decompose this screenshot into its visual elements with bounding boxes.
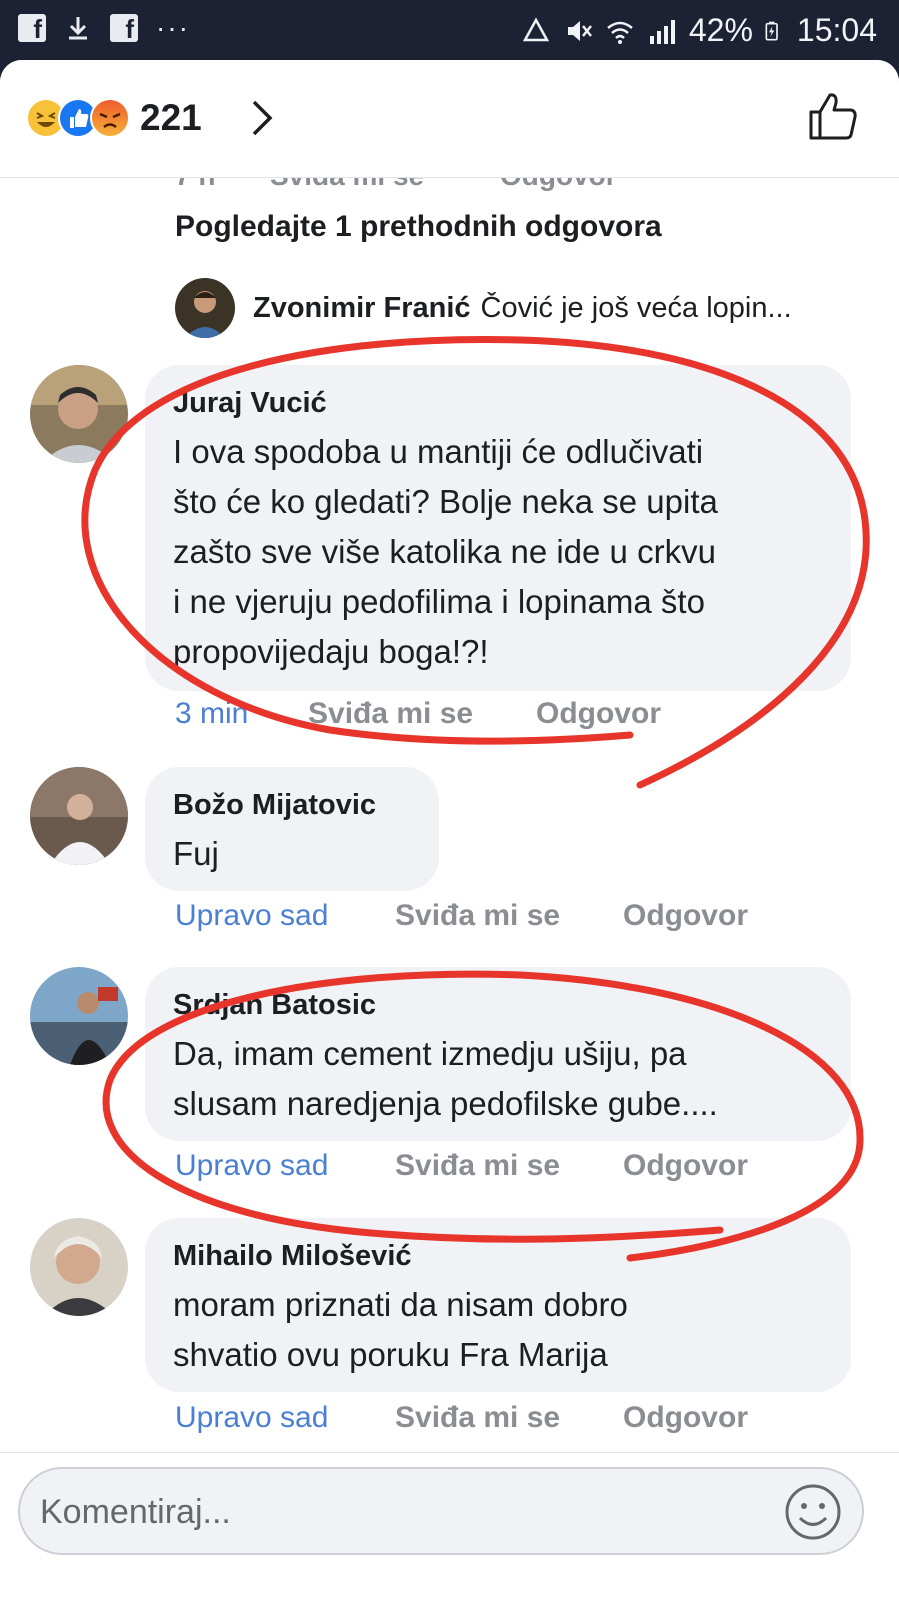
comment-bubble[interactable]: Božo Mijatovic Fuj	[145, 767, 439, 891]
comment-text: Da, imam cement izmedju ušiju, pa slusam…	[173, 1029, 823, 1129]
comment-line: slusam naredjenja pedofilske gube....	[173, 1085, 718, 1122]
clock: 15:04	[796, 12, 877, 48]
comment-bubble[interactable]: Srdjan Batosic Da, imam cement izmedju u…	[145, 967, 851, 1141]
previous-comment-actions-partial: 7 h Sviđa mi se Odgovor	[0, 178, 899, 198]
comment-line: Da, imam cement izmedju ušiju, pa	[173, 1035, 687, 1072]
battery-percent: 42%	[688, 12, 753, 48]
angry-icon	[90, 98, 130, 138]
comment-time-link[interactable]: Upravo sad	[175, 899, 395, 933]
reply-author[interactable]: Zvonimir Franić	[253, 292, 471, 325]
view-previous-replies-link[interactable]: Pogledajte 1 prethodnih odgovora	[175, 210, 662, 244]
comment-author[interactable]: Srdjan Batosic	[173, 987, 823, 1023]
comment-composer-bar	[0, 1452, 899, 1599]
comment-text: moram priznati da nisam dobro shvatio ov…	[173, 1280, 823, 1380]
comment-actions: Upravo sad Sviđa mi se Odgovor	[175, 1401, 748, 1435]
avatar[interactable]	[175, 278, 235, 338]
like-comment-button[interactable]: Sviđa mi se	[395, 899, 623, 933]
comment-line: i ne vjeruju pedofilima i lopinama što	[173, 583, 705, 620]
comment-line: što će ko gledati? Bolje neka se upita	[173, 483, 718, 520]
partial-reply: Odgovor	[500, 178, 617, 192]
reactions-header: 221	[0, 60, 899, 178]
partial-like: Sviđa mi se	[270, 178, 424, 192]
comment-actions: Upravo sad Sviđa mi se Odgovor	[175, 1149, 748, 1183]
comment-line: moram priznati da nisam dobro	[173, 1286, 628, 1323]
comment-time-link[interactable]: Upravo sad	[175, 1149, 395, 1183]
reaction-count: 221	[140, 97, 202, 138]
status-bar: f f ··· 42% 15:04	[0, 0, 899, 62]
like-comment-button[interactable]: Sviđa mi se	[395, 1149, 623, 1183]
reply-button[interactable]: Odgovor	[623, 1149, 748, 1183]
reply-preview[interactable]: Zvonimir Franić Čović je još veća lopin.…	[175, 278, 875, 338]
wifi-icon	[607, 21, 633, 44]
avatar[interactable]	[30, 1218, 128, 1316]
reply-button[interactable]: Odgovor	[623, 899, 748, 933]
avatar[interactable]	[30, 967, 128, 1065]
like-post-button[interactable]	[807, 90, 859, 142]
comment-time-link[interactable]: Upravo sad	[175, 1401, 395, 1435]
comment-line: Fuj	[173, 835, 219, 872]
comment-actions: Upravo sad Sviđa mi se Odgovor	[175, 899, 748, 933]
comments-sheet: 221 7 h Sviđa mi se Odgovor Pogledajte 1…	[0, 60, 899, 1599]
more-notifications-icon: ···	[156, 12, 190, 43]
comment-author[interactable]: Juraj Vucić	[173, 385, 823, 421]
battery-charging-icon	[765, 21, 778, 40]
comment-line: I ova spodoba u mantiji će odlučivati	[173, 433, 704, 470]
comment-text: Fuj	[173, 829, 411, 879]
avatar[interactable]	[30, 365, 128, 463]
like-comment-button[interactable]: Sviđa mi se	[395, 1401, 623, 1435]
comment-line: zašto sve više katolika ne ide u crkvu	[173, 533, 716, 570]
signal-icon	[649, 19, 675, 44]
comment-author[interactable]: Mihailo Milošević	[173, 1238, 823, 1274]
comment-composer[interactable]	[18, 1467, 864, 1555]
emoji-icon[interactable]	[782, 1481, 844, 1543]
data-saver-icon	[522, 16, 549, 41]
comment-time-link[interactable]: 3 min	[175, 697, 308, 731]
comment-bubble[interactable]: Juraj Vucić I ova spodoba u mantiji će o…	[145, 365, 851, 691]
reply-button[interactable]: Odgovor	[536, 697, 661, 731]
avatar[interactable]	[30, 767, 128, 865]
comment-line: shvatio ovu poruku Fra Marija	[173, 1336, 608, 1373]
mute-icon	[567, 20, 592, 41]
facebook-notification-icon: f	[18, 14, 46, 44]
reactions-summary[interactable]: 221	[26, 97, 202, 139]
like-comment-button[interactable]: Sviđa mi se	[308, 697, 536, 731]
reply-snippet: Čović je još veća lopin...	[480, 291, 792, 324]
comment-author[interactable]: Božo Mijatovic	[173, 787, 411, 823]
partial-time: 7 h	[175, 178, 215, 192]
comment-text: I ova spodoba u mantiji će odlučivati št…	[173, 427, 823, 677]
reply-button[interactable]: Odgovor	[623, 1401, 748, 1435]
chevron-right-icon[interactable]	[248, 96, 276, 140]
comment-line: propovijedaju boga!?!	[173, 633, 489, 670]
comment-input[interactable]	[40, 1479, 760, 1545]
download-icon	[69, 17, 87, 40]
comment-bubble[interactable]: Mihailo Milošević moram priznati da nisa…	[145, 1218, 851, 1392]
comment-actions: 3 min Sviđa mi se Odgovor	[175, 697, 661, 731]
facebook-notification-icon-2: f	[110, 14, 138, 44]
